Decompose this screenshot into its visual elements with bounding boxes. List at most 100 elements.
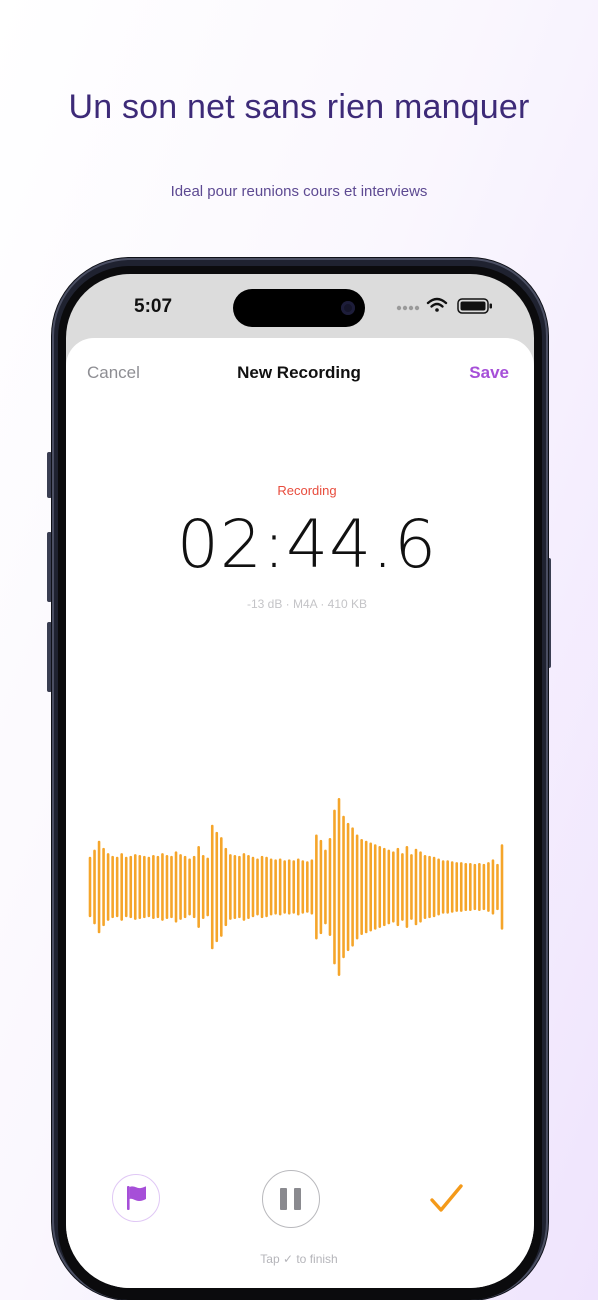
waveform-bar <box>265 856 268 918</box>
waveform-bar <box>396 847 400 927</box>
dynamic-island <box>233 289 365 327</box>
waveform-bar <box>478 862 481 912</box>
waveform-bar <box>469 862 472 912</box>
waveform-bar <box>473 863 477 911</box>
waveform-bar <box>251 856 255 918</box>
waveform-bar <box>233 854 237 920</box>
waveform-bar <box>138 854 142 920</box>
waveform-bar <box>382 847 386 927</box>
recording-timer: 02:44.6 <box>176 506 438 583</box>
waveform-bar <box>315 834 318 940</box>
waveform-bar <box>156 855 160 919</box>
status-time: 5:07 <box>134 296 173 317</box>
waveform-bar <box>174 851 178 923</box>
status-icons <box>396 297 492 314</box>
flag-icon <box>126 1185 146 1210</box>
waveform-bar <box>455 862 459 912</box>
waveform-bar <box>378 846 382 928</box>
waveform-bar <box>423 854 427 920</box>
waveform-bar <box>206 857 210 917</box>
recording-status: Recording <box>277 483 337 498</box>
waveform-bar <box>500 844 504 930</box>
waveform-bar <box>360 838 363 936</box>
waveform-bar <box>351 827 354 947</box>
waveform-bar <box>124 856 128 918</box>
waveform-bar <box>161 853 164 921</box>
waveform-bar <box>342 815 345 959</box>
waveform-bar <box>296 858 300 916</box>
waveform-bar <box>224 847 228 927</box>
waveform-bar <box>129 855 133 919</box>
marketing-subheadline: Ideal pour reunions cours et interviews <box>170 183 428 200</box>
waveform-bar <box>373 844 377 930</box>
waveform <box>88 798 504 976</box>
waveform-bar <box>392 851 395 923</box>
waveform-bar <box>165 854 169 920</box>
waveform-bar <box>120 853 123 921</box>
waveform-bar <box>260 855 264 919</box>
marketing-headline: Un son net sans rien manquer <box>68 88 530 126</box>
save-button[interactable]: Save <box>469 363 509 383</box>
finish-hint: Tap ✓ to finish <box>260 1252 338 1266</box>
finish-button[interactable] <box>426 1180 466 1220</box>
waveform-bar <box>387 849 391 925</box>
waveform-bar <box>106 853 110 921</box>
waveform-bar <box>319 839 323 935</box>
waveform-bar <box>364 840 368 934</box>
waveform-bar <box>346 822 350 952</box>
pause-button[interactable] <box>262 1170 320 1228</box>
waveform-bar <box>491 859 495 915</box>
waveform-bar <box>328 838 332 936</box>
waveform-bar <box>256 858 259 916</box>
waveform-bar <box>301 860 305 914</box>
waveform-bar <box>229 854 232 920</box>
waveform-bar <box>324 849 327 925</box>
waveform-bar <box>238 855 241 919</box>
waveform-bar <box>247 854 250 920</box>
waveform-bar <box>278 858 282 916</box>
waveform-bar <box>269 858 273 916</box>
waveform-bar <box>242 853 246 921</box>
waveform-bar <box>450 861 454 913</box>
waveform-bar <box>133 854 137 920</box>
waveform-bar <box>97 840 101 934</box>
waveform-bar <box>432 856 436 918</box>
waveform-bar <box>496 863 499 911</box>
waveform-bar <box>482 863 486 911</box>
waveform-bar <box>183 855 187 919</box>
waveform-bar <box>487 862 490 912</box>
sheet-title: New Recording <box>237 363 361 382</box>
waveform-bar <box>464 862 468 912</box>
waveform-bar <box>201 854 205 920</box>
waveform-bar <box>446 860 449 914</box>
waveform-bar <box>437 858 440 916</box>
waveform-bar <box>401 853 404 921</box>
waveform-bar <box>414 848 418 926</box>
wifi-icon <box>426 297 448 312</box>
waveform-bar <box>115 856 119 918</box>
waveform-bar <box>369 842 372 932</box>
waveform-bar <box>192 855 196 919</box>
waveform-bar <box>310 859 314 915</box>
waveform-bar <box>405 846 409 928</box>
waveform-bar <box>88 856 92 918</box>
waveform-bar <box>152 854 155 920</box>
waveform-bar <box>220 837 223 937</box>
waveform-bar <box>419 851 422 923</box>
waveform-bar <box>93 849 96 925</box>
waveform-bar <box>441 860 445 914</box>
waveform-bar <box>274 859 277 915</box>
waveform-bar <box>428 855 431 919</box>
waveform-bar <box>292 860 296 914</box>
battery-icon <box>457 298 492 314</box>
flag-button[interactable] <box>112 1174 160 1222</box>
waveform-bar <box>210 824 214 950</box>
waveform-bar <box>197 846 200 928</box>
waveform-bar <box>179 854 182 920</box>
waveform-bar <box>102 847 105 927</box>
waveform-bar <box>283 860 286 914</box>
waveform-bar <box>147 856 151 918</box>
camera-icon <box>341 301 355 315</box>
waveform-bar <box>287 859 291 915</box>
waveform-bar <box>333 809 336 965</box>
